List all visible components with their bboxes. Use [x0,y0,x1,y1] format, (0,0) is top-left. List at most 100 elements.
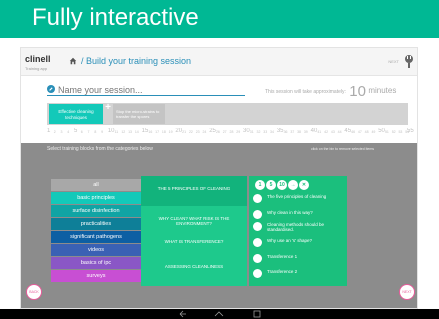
category-all[interactable]: all [51,179,141,191]
ruler-tick-label: 9 [101,130,104,134]
topic-label: Why clean in this way? [267,210,313,215]
category-videos[interactable]: videos [51,244,141,256]
selected-block-highlight [141,176,247,206]
ruler-tick-label: 38 [297,130,301,134]
category-basics-of-ipc[interactable]: basics of ipc [51,257,141,269]
ruler-tick-label: 7 [87,130,90,134]
block-five-principles[interactable]: THE 5 PRINCIPLES OF CLEANING [141,186,247,191]
block-transference[interactable]: WHAT IS TRANSFERENCE? [141,239,247,244]
ruler-tick-label: 4 [67,130,70,134]
ruler-tick-label: 12 [121,130,126,134]
training-blocks-column: THE 5 PRINCIPLES OF CLEANING WHY CLEAN? … [141,176,247,286]
app-window: clinell Training app / Build your traini… [20,47,418,309]
ruler-tick-label: 36 [283,130,288,134]
ruler-tick-label: 49 [371,130,376,134]
one-minute-icon[interactable]: 1 [255,180,265,190]
ruler-tick-label: 11 [114,130,119,134]
timeline-block-cleaning-techniques[interactable]: Effective cleaning techniques [49,104,103,124]
pencil-icon [47,85,55,93]
session-name-input[interactable] [58,84,243,95]
ruler-tick-label: 1 [47,128,51,134]
breadcrumb-text: / Build your training session [81,56,192,66]
logo-subtitle: Training app [25,66,48,71]
home-nav-icon[interactable] [214,310,224,318]
category-surveys[interactable]: surveys [51,270,141,282]
check-icon [253,222,262,231]
ruler-tick-label: 10 [107,128,115,134]
ruler-tick-label: 3 [60,130,63,134]
five-minute-icon[interactable]: 5 [266,180,276,190]
ruler-tick-label: 48 [364,130,369,134]
session-duration: This session will take approximately: 10… [265,83,396,100]
ruler-tick-label: 31 [249,130,254,134]
arrow-right-icon[interactable]: → [288,180,298,190]
ruler-tick-label: 30 [243,128,250,134]
plug-icon[interactable] [404,54,414,68]
ruler-tick-label: 53 [398,130,403,134]
ruler-tick-label: 17 [155,130,160,134]
ruler-tick-label: 19 [168,130,173,134]
topic-label: The five principles of cleaning [267,194,327,199]
ruler-tick-label: 51 [384,130,389,134]
close-icon[interactable]: ✕ [299,180,309,190]
ruler-tick-label: 16 [148,130,153,134]
ruler-tick-label: 40 [310,128,318,134]
category-list: all basic principles surface disinfectio… [51,179,141,282]
ruler-tick-label: 22 [188,130,193,134]
back-button[interactable]: BACK [26,284,42,300]
check-icon [253,238,262,247]
next-small-label: NEXT [388,59,399,64]
recent-apps-icon[interactable] [252,310,262,318]
back-nav-icon[interactable] [178,310,188,318]
ruler-tick-label: 46 [351,130,356,134]
ruler-tick-label: 6 [80,130,83,134]
topic-item[interactable]: Why use an 's' shape? [253,238,343,254]
topic-label: Why use an 's' shape? [267,238,312,243]
logo: clinell Training app [25,54,55,71]
ruler-tick-label: 39 [303,130,308,134]
category-practicalities[interactable]: practicalities [51,218,141,230]
ruler-tick-label: 8 [94,130,97,134]
ruler-tick-label: 33 [263,130,268,134]
add-block-icon[interactable]: + [104,103,112,113]
ten-minute-icon[interactable]: 10 [277,180,287,190]
android-nav-bar [0,309,439,319]
topic-label: Transference 1 [267,254,298,259]
check-icon [253,194,262,203]
topic-item[interactable]: The five principles of cleaning [253,194,343,210]
ruler-tick-label: 42 [324,130,329,134]
topics-column: 1 5 10 → ✕ The five principles of cleaning W… [249,176,347,286]
topic-item[interactable]: Cleaning methods should be standardised. [253,222,343,238]
category-significant-pathogens[interactable]: significant pathogens [51,231,141,243]
ruler-tick-label: 37 [290,130,295,134]
ruler-tick-label: 26 [215,130,220,134]
top-bar: clinell Training app / Build your traini… [21,48,417,76]
logo-text: clinell [25,54,51,64]
timeline-block-micro-strains[interactable]: Stop the micro-strains to transfer the s… [113,104,165,124]
topic-item[interactable]: Transference 2 [253,269,343,285]
panel-heading: Select training blocks from the categori… [47,146,153,152]
ruler-tick-label: 45 [344,128,352,134]
banner-title: Fully interactive [32,4,199,31]
topic-item[interactable]: Transference 1 [253,254,343,270]
ruler-tick-label: 50 [378,128,385,134]
category-surface-disinfection[interactable]: surface disinfection [51,205,141,217]
ruler-tick-label: 5 [74,128,78,134]
ruler-tick-label: 14 [134,130,139,134]
category-basic-principles[interactable]: basic principles [51,192,141,204]
ruler-tick-label: 27 [222,130,227,134]
ruler-tick-label: 2 [53,130,56,134]
duration-unit: minutes [368,86,397,95]
home-icon[interactable] [69,57,77,65]
ruler-tick-label: 28 [229,130,234,134]
ruler-tick-label: 23 [195,130,200,134]
next-button[interactable]: NEXT [399,284,415,300]
promo-banner: Fully interactive [0,0,439,38]
duration-prefix: This session will take approximately: [265,89,346,95]
breadcrumb: / Build your training session [69,56,191,66]
ruler-tick-label: 25 [209,128,216,134]
block-assessing-cleanliness[interactable]: ASSESSING CLEANLINESS [141,264,247,269]
ruler-tick-label: 15 [141,128,149,134]
ruler-tick-label: 20 [175,128,183,134]
block-why-clean[interactable]: WHY CLEAN? WHAT RISK IS THE ENVIRONMENT? [141,216,247,226]
